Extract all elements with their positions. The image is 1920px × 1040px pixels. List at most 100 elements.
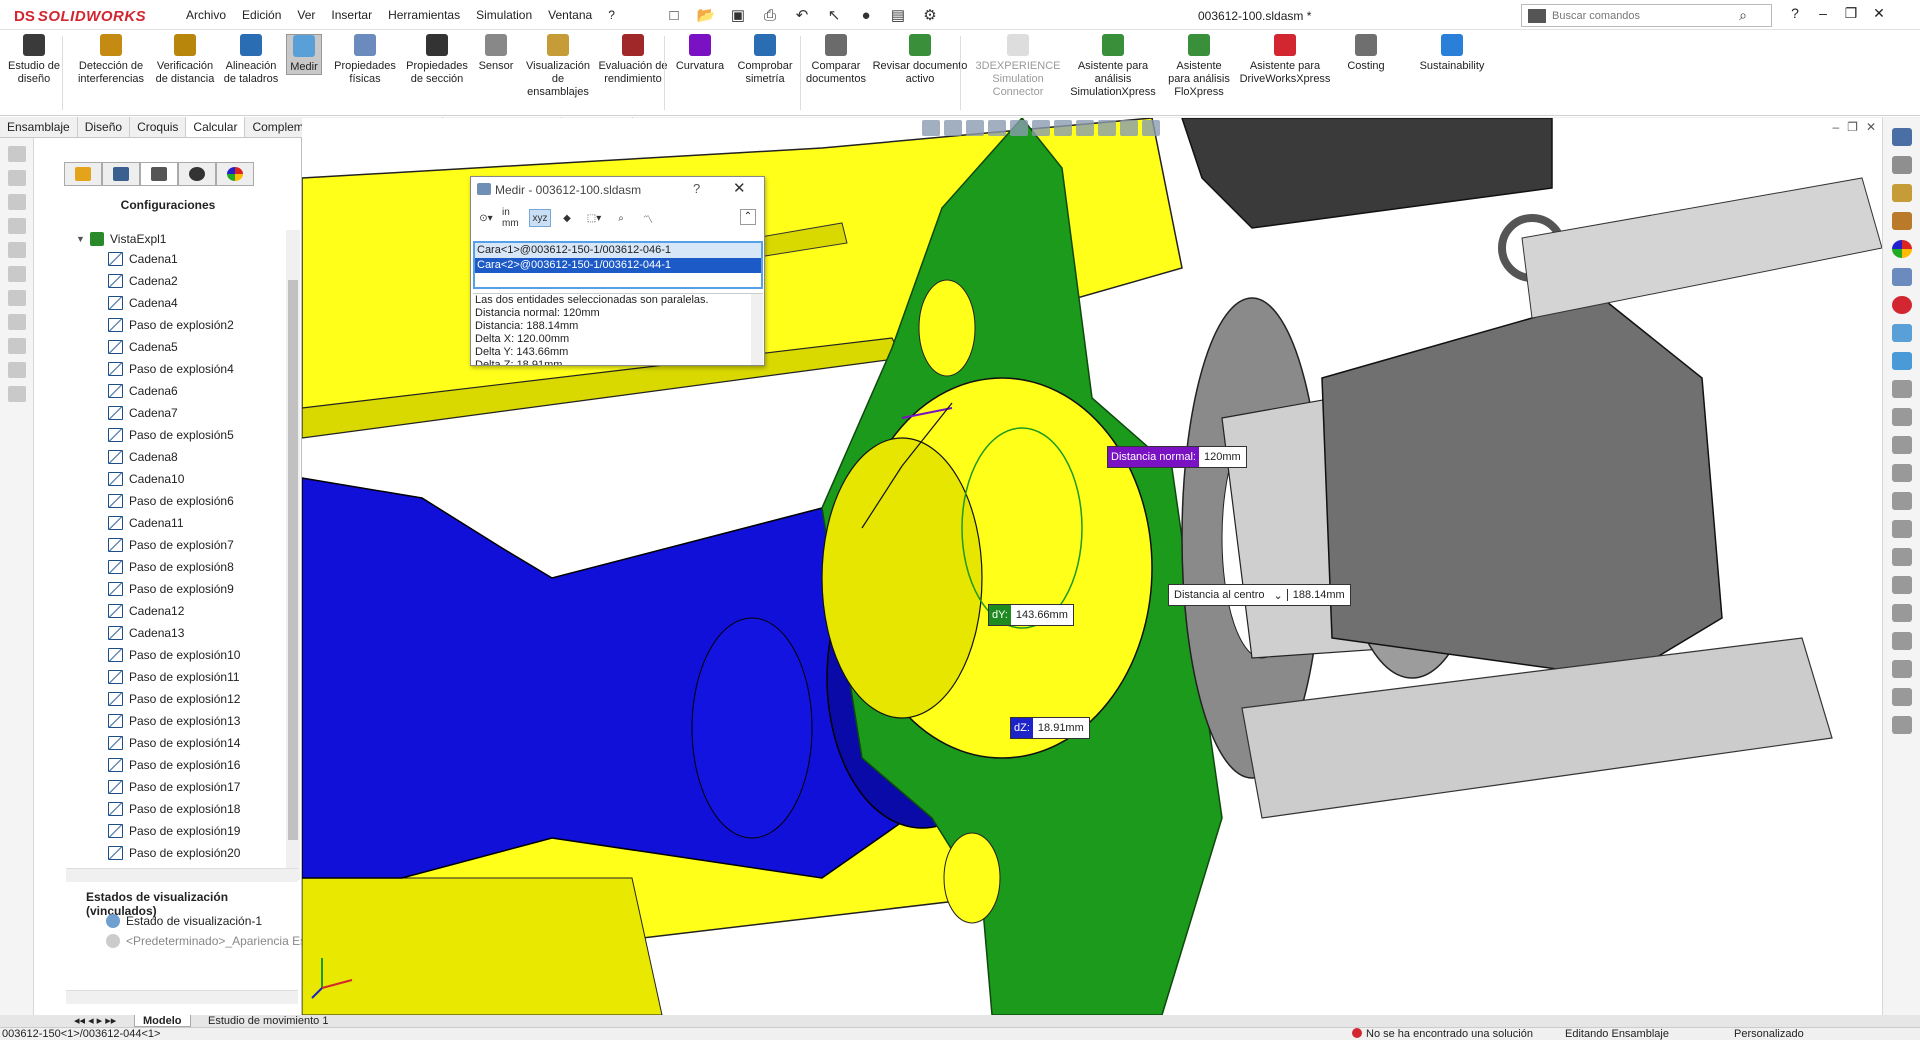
tree-item[interactable]: Paso de explosión14 <box>66 732 286 754</box>
ribbon-button[interactable]: Asistente para análisis FloXpress <box>1164 34 1234 99</box>
file-explorer-icon[interactable] <box>1892 212 1912 230</box>
ribbon-button[interactable]: Sustainability <box>1410 34 1494 73</box>
solidworks-forum-icon[interactable] <box>1892 296 1912 314</box>
task-icon-11[interactable] <box>8 386 26 402</box>
menu-item[interactable]: Herramientas <box>380 8 468 22</box>
apply-scene-icon[interactable] <box>1120 120 1138 136</box>
ribbon-button[interactable]: Curvatura <box>672 34 728 73</box>
menu-item[interactable]: Edición <box>234 8 289 22</box>
search-icon[interactable]: ⌕ <box>1739 7 1747 24</box>
menu-item[interactable]: Simulation <box>468 8 540 22</box>
view-orientation-icon[interactable] <box>1032 120 1050 136</box>
measure-history-icon[interactable]: ⌕ <box>610 209 632 227</box>
zoom-to-fit-icon[interactable] <box>922 120 940 136</box>
feature-manager-tab[interactable] <box>64 162 102 186</box>
selection-list[interactable]: Cara<1>@003612-150-1/003612-046-1 Cara<2… <box>473 241 763 289</box>
minimize-icon[interactable]: – <box>1812 5 1834 22</box>
annotation-tool-icon[interactable] <box>1892 660 1912 678</box>
tab-scroll-arrows[interactable]: ◂◂ ◂ ▸ ▸▸ <box>66 1015 124 1027</box>
tree-item[interactable]: Paso de explosión11 <box>66 666 286 688</box>
point-to-point-icon[interactable]: ◆ <box>556 209 578 227</box>
toolbox-icon[interactable] <box>1892 380 1912 398</box>
select-icon[interactable]: ↖ <box>820 5 848 25</box>
close-icon[interactable]: ✕ <box>1868 5 1890 22</box>
tree-item[interactable]: Paso de explosión19 <box>66 820 286 842</box>
tree-item[interactable]: Cadena11 <box>66 512 286 534</box>
task-icon-5[interactable] <box>8 242 26 258</box>
dark-cylinder[interactable] <box>1181 118 1553 229</box>
curve-tool-icon[interactable] <box>1892 604 1912 622</box>
ribbon-button[interactable]: Asistente para DriveWorksXpress <box>1238 34 1332 86</box>
selection-item[interactable]: Cara<2>@003612-150-1/003612-044-1 <box>475 258 761 273</box>
tree-item[interactable]: Cadena1 <box>66 248 286 270</box>
status-units[interactable]: Personalizado <box>1734 1028 1804 1040</box>
weldment-icon[interactable] <box>1892 492 1912 510</box>
tab-0[interactable]: Ensamblaje <box>0 117 78 137</box>
sketch-tool-icon[interactable] <box>1892 408 1912 426</box>
undo-icon[interactable]: ↶ <box>788 5 816 25</box>
dz-callout[interactable]: dZ: 18.91mm <box>1010 717 1090 739</box>
tree-item[interactable]: Paso de explosión2 <box>66 314 286 336</box>
tree-item[interactable]: Cadena7 <box>66 402 286 424</box>
ribbon-button[interactable]: Comprobar simetría <box>730 34 800 86</box>
display-style-icon[interactable] <box>1054 120 1072 136</box>
tree-item[interactable]: Cadena4 <box>66 292 286 314</box>
normal-distance-callout[interactable]: Distancia normal: 120mm <box>1107 446 1247 468</box>
new-document-icon[interactable]: □ <box>660 5 688 25</box>
plate-hole-bottom[interactable] <box>943 832 1001 924</box>
tree-item[interactable]: Paso de explosión16 <box>66 754 286 776</box>
ribbon-button[interactable]: Evaluación de rendimiento <box>598 34 668 86</box>
home-icon[interactable] <box>1892 128 1912 146</box>
scroll-thumb[interactable] <box>288 280 298 840</box>
tree-item[interactable]: Paso de explosión9 <box>66 578 286 600</box>
task-icon-7[interactable] <box>8 290 26 306</box>
arc-circle-options-icon[interactable]: ⊙▾ <box>475 209 497 227</box>
ribbon-button[interactable]: Estudio de diseño <box>4 34 64 86</box>
tab-model[interactable]: Modelo <box>134 1015 191 1027</box>
viewport-restore-icon[interactable]: ❐ <box>1847 120 1858 134</box>
edit-appearance-icon[interactable] <box>1098 120 1116 136</box>
tree-item[interactable]: Cadena13 <box>66 622 286 644</box>
tree-item[interactable]: Cadena5 <box>66 336 286 358</box>
search-scope-icon[interactable] <box>1528 8 1546 23</box>
ribbon-button[interactable]: Visualización de ensamblajes <box>522 34 594 99</box>
design-library-icon[interactable] <box>1892 184 1912 202</box>
3d-view-icon[interactable] <box>1892 352 1912 370</box>
view-settings-icon[interactable] <box>1142 120 1160 136</box>
tree-item[interactable]: Paso de explosión17 <box>66 776 286 798</box>
center-distance-callout[interactable]: Distancia al centro ⌄ 188.14mm <box>1168 584 1351 606</box>
surface-tool-icon[interactable] <box>1892 520 1912 538</box>
ribbon-button[interactable]: Verificación de distancia <box>152 34 218 86</box>
close-icon[interactable]: ✕ <box>733 179 746 197</box>
selection-item[interactable]: Cara<1>@003612-150-1/003612-046-1 <box>475 243 761 258</box>
tree-item[interactable]: Cadena6 <box>66 380 286 402</box>
print-icon[interactable]: ⎙ <box>756 5 784 25</box>
solidworks-logo[interactable]: DS SOLIDWORKS <box>14 6 146 26</box>
tab-2[interactable]: Croquis <box>130 117 187 137</box>
motor-gear-ring[interactable] <box>691 617 813 839</box>
create-sensor-icon[interactable]: 〽 <box>637 209 659 227</box>
ribbon-button[interactable]: Costing <box>1340 34 1392 73</box>
tree-item[interactable]: Paso de explosión18 <box>66 798 286 820</box>
reference-geometry-icon[interactable] <box>1892 464 1912 482</box>
projected-on-icon[interactable]: ⬚▾ <box>583 209 605 227</box>
task-icon-3[interactable] <box>8 194 26 210</box>
tree-item[interactable]: Cadena12 <box>66 600 286 622</box>
ribbon-button[interactable]: Medir <box>286 34 322 75</box>
tree-root[interactable]: ▼ VistaExpl1 <box>66 230 286 248</box>
ribbon-button[interactable]: Revisar documento activo <box>870 34 970 86</box>
tree-item[interactable]: Paso de explosión12 <box>66 688 286 710</box>
yellow-frame-corner[interactable] <box>302 877 663 1015</box>
menu-item[interactable]: Ver <box>289 8 323 22</box>
rebuild-icon[interactable]: ● <box>852 5 880 25</box>
measure-dialog[interactable]: Medir - 003612-100.sldasm ? ✕ ⊙▾ in mm x… <box>470 176 765 366</box>
mold-tool-icon[interactable] <box>1892 576 1912 594</box>
resources-icon[interactable] <box>1892 156 1912 174</box>
states-hscrollbar[interactable] <box>66 990 298 1004</box>
menu-item[interactable]: Ventana <box>540 8 600 22</box>
task-icon-2[interactable] <box>8 170 26 186</box>
menu-item[interactable]: Insertar <box>323 8 380 22</box>
task-icon-1[interactable] <box>8 146 26 162</box>
results-scrollbar[interactable] <box>751 294 763 365</box>
menu-item[interactable]: ? <box>600 8 623 22</box>
